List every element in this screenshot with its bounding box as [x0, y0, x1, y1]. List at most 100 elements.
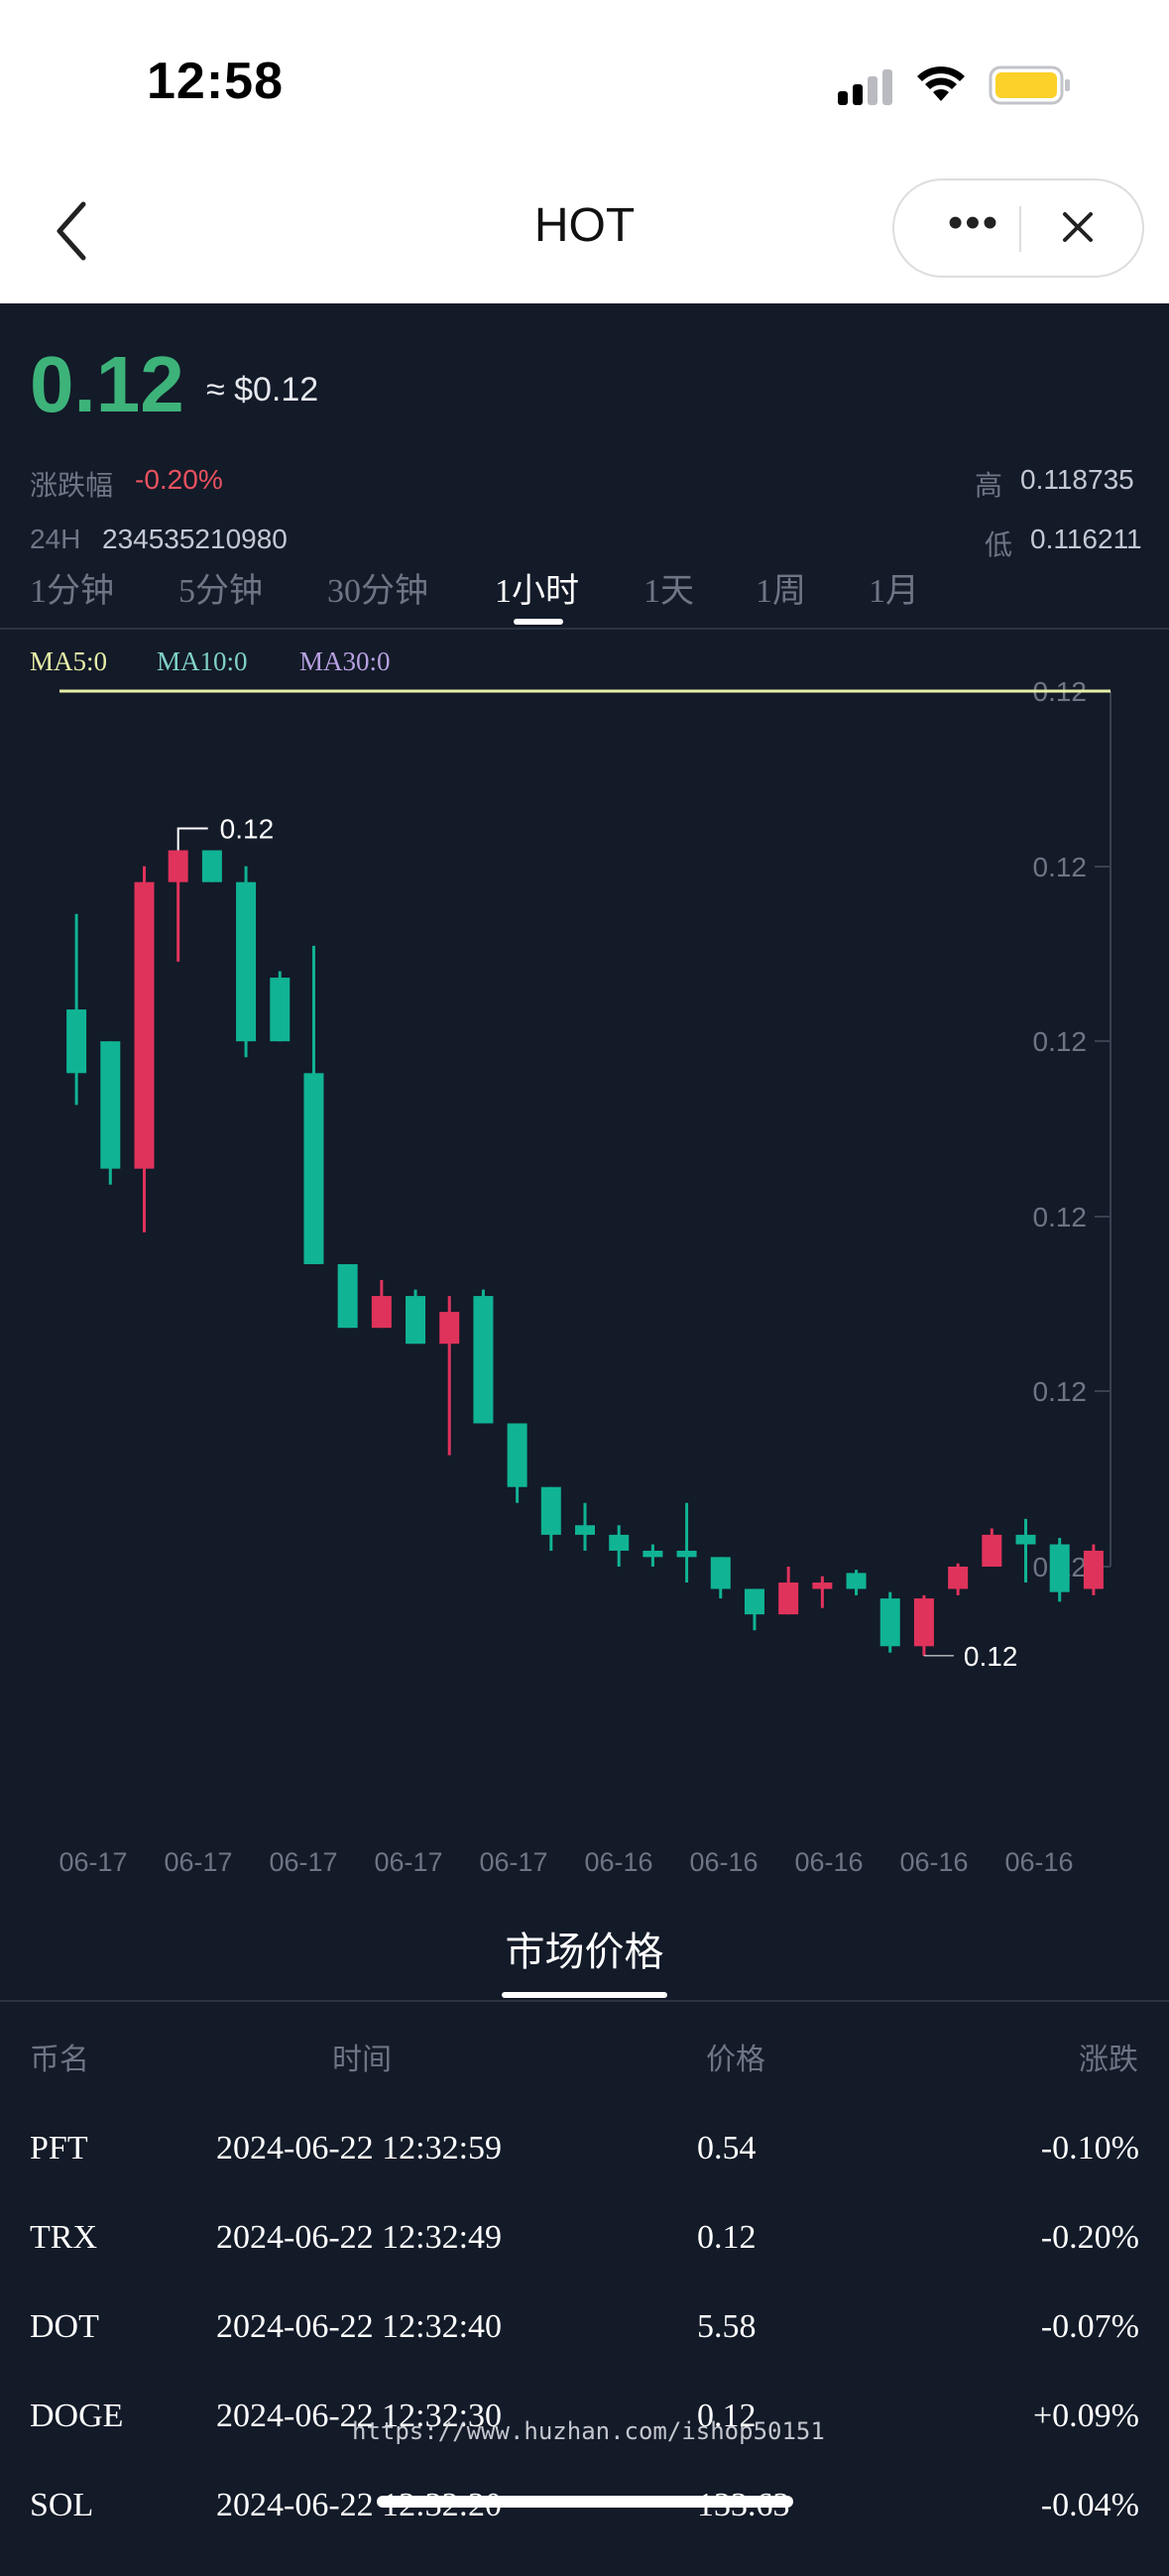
- status-time: 12:58: [147, 53, 284, 110]
- row-change: -0.07%: [1040, 2308, 1139, 2345]
- min-price-label: 0.12: [964, 1641, 1018, 1672]
- row-change: +0.09%: [1033, 2398, 1139, 2434]
- candle-body: [1049, 1544, 1070, 1592]
- table-row[interactable]: DOT 2024-06-22 12:32:40 5.58 -0.07%: [0, 2308, 1169, 2398]
- status-bar: 12:58: [0, 0, 1169, 169]
- x-tick-label: 06-17: [164, 1847, 232, 1877]
- candle-body: [744, 1588, 764, 1615]
- wifi-icon: [917, 66, 965, 101]
- ma5-legend: MA5:0: [30, 646, 108, 676]
- table-row[interactable]: TRX 2024-06-22 12:32:49 0.12 -0.20%: [0, 2219, 1169, 2308]
- close-icon[interactable]: [1053, 202, 1103, 252]
- candle-body: [439, 1312, 460, 1345]
- active-tab-indicator: [514, 619, 563, 625]
- candle-body: [643, 1550, 663, 1558]
- home-indicator[interactable]: [377, 2496, 793, 2508]
- market-price-title[interactable]: 市场价格: [0, 1920, 1169, 1977]
- tab-1day[interactable]: 1天: [643, 563, 694, 612]
- coin-name: DOGE: [30, 2398, 124, 2434]
- header-coin-name: 币名: [30, 2044, 89, 2076]
- candle-body: [609, 1534, 630, 1551]
- max-price-label: 0.12: [220, 814, 275, 845]
- y-tick-label: 0.12: [1033, 852, 1088, 882]
- candle-body: [846, 1573, 867, 1589]
- ma10-legend: MA10:0: [157, 646, 248, 676]
- capsule-divider: [1019, 206, 1021, 252]
- candle-body: [507, 1423, 527, 1487]
- candle-body: [236, 881, 257, 1042]
- header-change: 涨跌: [1079, 2044, 1138, 2076]
- row-change: -0.04%: [1040, 2487, 1139, 2523]
- ma30-legend: MA30:0: [299, 646, 391, 676]
- high-value: 0.118735: [1020, 464, 1134, 495]
- tab-1week[interactable]: 1周: [756, 563, 806, 612]
- candle-body: [100, 1041, 121, 1169]
- y-tick-label: 0.12: [1033, 1026, 1088, 1057]
- tab-1min[interactable]: 1分钟: [30, 563, 114, 612]
- candle-body: [982, 1534, 1002, 1567]
- x-tick-label: 06-17: [269, 1847, 337, 1877]
- candle-body: [710, 1557, 731, 1589]
- row-time: 2024-06-22 12:32:49: [216, 2219, 503, 2256]
- row-time: 2024-06-22 12:32:40: [216, 2308, 503, 2345]
- row-price: 0.12: [697, 2219, 757, 2256]
- row-price: 0.54: [697, 2130, 757, 2166]
- change-label: 涨跌幅: [30, 470, 114, 501]
- volume-value: 234535210980: [102, 524, 288, 554]
- candle-body: [134, 881, 155, 1169]
- table-row[interactable]: PFT 2024-06-22 12:32:59 0.54 -0.10%: [0, 2130, 1169, 2219]
- coin-name: TRX: [30, 2219, 97, 2256]
- candle-body: [879, 1598, 900, 1647]
- row-price: 5.58: [697, 2308, 757, 2345]
- tab-5min[interactable]: 5分钟: [178, 563, 263, 612]
- x-tick-label: 06-16: [689, 1847, 758, 1877]
- usd-price: ≈ $0.12: [206, 371, 319, 409]
- candle-body: [1015, 1534, 1036, 1545]
- low-value: 0.116211: [1030, 524, 1142, 554]
- x-tick-label: 06-16: [584, 1847, 652, 1877]
- candle-body: [575, 1525, 595, 1535]
- row-change: -0.10%: [1040, 2130, 1139, 2166]
- candle-body: [303, 1073, 324, 1264]
- cellular-signal-icon: [838, 69, 892, 105]
- candle-body: [406, 1296, 426, 1345]
- candle-body: [913, 1598, 934, 1647]
- candle-body: [473, 1296, 494, 1424]
- coin-name: PFT: [30, 2130, 88, 2166]
- header-price: 价格: [706, 2044, 765, 2076]
- candle-body: [66, 1009, 87, 1074]
- tab-1hour[interactable]: 1小时: [495, 563, 579, 612]
- mini-program-capsule: •••: [892, 178, 1144, 278]
- candle-body: [270, 977, 291, 1042]
- y-tick-label: 0.12: [1033, 1202, 1088, 1232]
- market-title-underline: [502, 1992, 667, 1998]
- candle-body: [371, 1296, 392, 1329]
- candle-body: [337, 1263, 358, 1329]
- coin-name: SOL: [30, 2487, 94, 2523]
- x-tick-label: 06-16: [899, 1847, 968, 1877]
- max-price-pointer: [176, 827, 208, 851]
- candle-body: [168, 850, 188, 882]
- candle-body: [948, 1567, 969, 1589]
- more-button[interactable]: •••: [944, 201, 1003, 253]
- tab-1month[interactable]: 1月: [869, 563, 919, 612]
- candle-body: [676, 1550, 697, 1558]
- tab-30min[interactable]: 30分钟: [327, 563, 428, 612]
- row-change: -0.20%: [1040, 2219, 1139, 2256]
- x-tick-label: 06-16: [1004, 1847, 1073, 1877]
- coin-name: DOT: [30, 2308, 99, 2345]
- candle-body: [778, 1582, 799, 1615]
- interval-tabs: 1分钟 5分钟 30分钟 1小时 1天 1周 1月: [0, 555, 1169, 629]
- tabs-divider: [0, 628, 1169, 630]
- candle-body: [201, 850, 222, 882]
- change-value: -0.20%: [135, 464, 223, 495]
- x-tick-label: 06-16: [794, 1847, 863, 1877]
- y-tick-label: 0.12: [1033, 1376, 1088, 1407]
- x-tick-label: 06-17: [374, 1847, 442, 1877]
- x-tick-label: 06-17: [58, 1847, 127, 1877]
- current-price: 0.12: [30, 340, 184, 428]
- row-time: 2024-06-22 12:32:59: [216, 2130, 503, 2166]
- high-label: 高: [975, 470, 1003, 501]
- candle-body: [812, 1582, 833, 1589]
- candlestick-chart[interactable]: 0.120.120.120.120.120.120.120.1206-1706-…: [0, 674, 1169, 1884]
